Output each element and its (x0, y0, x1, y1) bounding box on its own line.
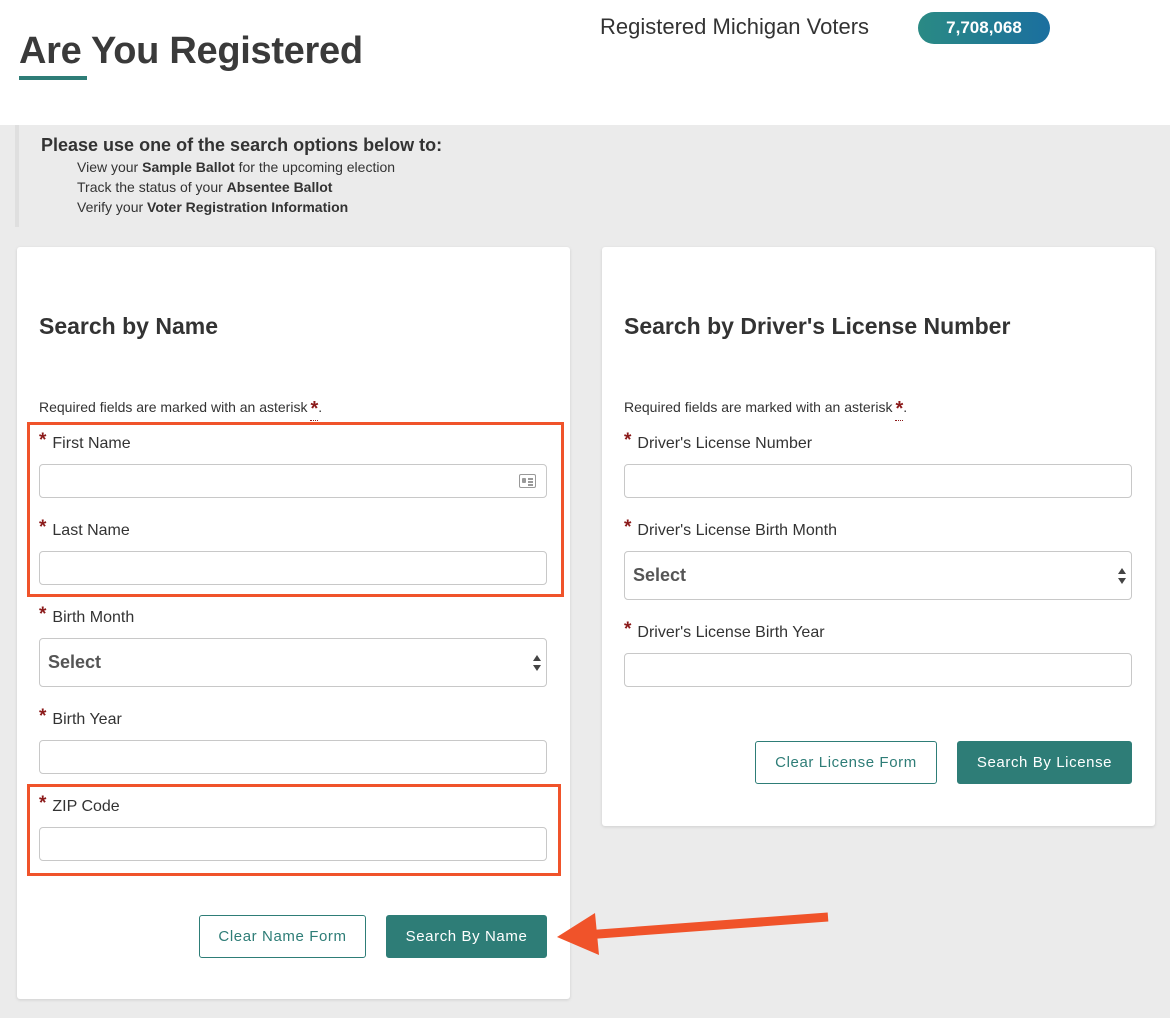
clear-name-form-button[interactable]: Clear Name Form (199, 915, 366, 958)
license-birth-month-label: * Driver's License Birth Month (624, 517, 837, 541)
intro-item-text: Verify your (77, 199, 148, 215)
intro-panel: Please use one of the search options bel… (15, 125, 1170, 227)
intro-item-bold: Sample Ballot (142, 159, 235, 175)
license-birth-month-select[interactable]: Select (624, 551, 1132, 600)
intro-item-bold: Absentee Ballot (226, 179, 333, 195)
zip-code-label-text: ZIP Code (52, 798, 120, 815)
last-name-label-text: Last Name (52, 522, 130, 539)
clear-license-form-button[interactable]: Clear License Form (755, 741, 937, 784)
birth-year-input[interactable] (39, 740, 547, 774)
search-by-name-button[interactable]: Search By Name (386, 915, 547, 958)
zip-code-input[interactable] (39, 827, 547, 861)
intro-item-voter-registration: Verify your Voter Registration Informati… (77, 197, 395, 217)
intro-item-bold: Voter Registration Information (147, 199, 349, 215)
required-asterisk: * (624, 517, 632, 538)
license-birth-year-label-text: Driver's License Birth Year (637, 624, 825, 641)
last-name-input[interactable] (39, 551, 547, 585)
license-number-label-text: Driver's License Number (637, 435, 813, 452)
required-note-text: Required fields are marked with an aster… (39, 399, 308, 415)
license-birth-year-label: * Driver's License Birth Year (624, 619, 825, 643)
required-asterisk: * (624, 619, 632, 640)
first-name-label: * First Name (39, 430, 131, 454)
search-by-name-card: Search by Name Required fields are marke… (17, 247, 570, 999)
intro-list: View your Sample Ballot for the upcoming… (77, 157, 395, 217)
search-by-license-button[interactable]: Search By License (957, 741, 1132, 784)
page-title: Are You Registered (19, 30, 363, 72)
first-name-input[interactable] (39, 464, 547, 498)
intro-item-text: Track the status of your (77, 179, 227, 195)
required-asterisk: * (39, 604, 47, 625)
birth-month-label: * Birth Month (39, 604, 135, 628)
intro-item-text: View your (77, 159, 143, 175)
birth-month-selected-value: Select (48, 652, 102, 672)
required-asterisk: * (39, 430, 47, 451)
page-header: Are You Registered Registered Michigan V… (0, 0, 1170, 125)
updown-arrows-icon (1118, 568, 1126, 584)
required-fields-note: Required fields are marked with an aster… (624, 398, 908, 421)
license-birth-month-selected-value: Select (633, 565, 687, 585)
required-asterisk: * (624, 430, 632, 451)
birth-month-label-text: Birth Month (52, 609, 135, 626)
birth-year-label: * Birth Year (39, 706, 122, 730)
registered-voters-count-badge: 7,708,068 (918, 12, 1050, 44)
last-name-label: * Last Name (39, 517, 130, 541)
required-asterisk: * (39, 517, 47, 538)
updown-arrows-icon (533, 655, 541, 671)
search-by-license-title: Search by Driver's License Number (624, 313, 1011, 339)
intro-heading: Please use one of the search options bel… (41, 135, 443, 155)
required-fields-note: Required fields are marked with an aster… (39, 398, 323, 421)
intro-item-text: for the upcoming election (234, 159, 396, 175)
birth-year-label-text: Birth Year (52, 711, 122, 728)
required-asterisk: * (310, 398, 319, 421)
title-underline (19, 76, 87, 80)
required-asterisk: * (895, 398, 904, 421)
birth-month-select[interactable]: Select (39, 638, 547, 687)
license-number-input[interactable] (624, 464, 1132, 498)
first-name-label-text: First Name (52, 435, 131, 452)
required-asterisk: * (39, 706, 47, 727)
license-number-label: * Driver's License Number (624, 430, 813, 454)
required-asterisk: * (39, 793, 47, 814)
license-birth-year-input[interactable] (624, 653, 1132, 687)
search-by-name-title: Search by Name (39, 313, 218, 339)
license-birth-month-label-text: Driver's License Birth Month (637, 522, 837, 539)
arrow-left-icon (557, 912, 829, 955)
intro-item-sample-ballot: View your Sample Ballot for the upcoming… (77, 157, 395, 177)
contact-card-icon[interactable] (519, 474, 536, 488)
required-note-text: Required fields are marked with an aster… (624, 399, 893, 415)
registered-voters-label: Registered Michigan Voters (600, 14, 870, 39)
intro-item-absentee-ballot: Track the status of your Absentee Ballot (77, 177, 395, 197)
zip-code-label: * ZIP Code (39, 793, 120, 817)
search-by-license-card: Search by Driver's License Number Requir… (602, 247, 1155, 826)
